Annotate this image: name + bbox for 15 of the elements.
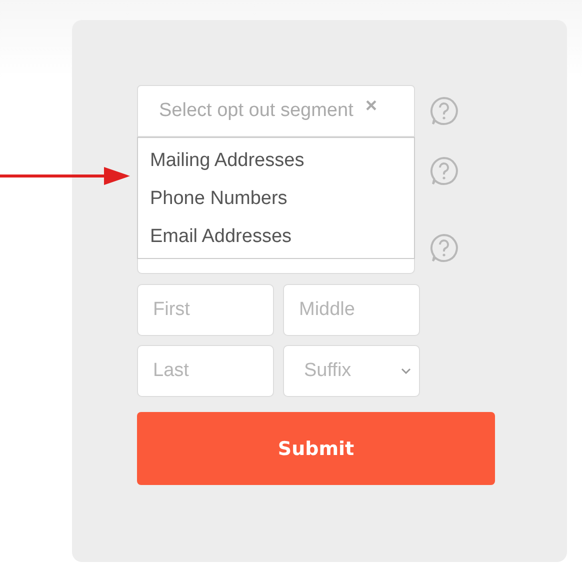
help-icon[interactable] xyxy=(429,96,459,126)
input-field[interactable]: First xyxy=(137,284,274,336)
input-field[interactable]: Middle xyxy=(283,284,420,336)
input-field[interactable]: Last xyxy=(137,345,274,397)
select-field[interactable]: Select opt out segment × xyxy=(137,85,415,137)
help-icon[interactable] xyxy=(429,156,459,186)
select-field[interactable]: Suffix xyxy=(283,345,420,397)
chevron-icon xyxy=(401,368,411,374)
help-icon[interactable] xyxy=(429,233,459,263)
submit-button[interactable]: Submit xyxy=(137,412,495,485)
arrow-icon xyxy=(0,166,130,186)
dropdown-option[interactable]: Mailing Addresses xyxy=(138,142,414,180)
clear-icon[interactable]: × xyxy=(365,94,378,118)
dropdown-option[interactable]: Email Addresses xyxy=(138,218,414,256)
dropdown-option[interactable]: Phone Numbers xyxy=(138,180,414,218)
